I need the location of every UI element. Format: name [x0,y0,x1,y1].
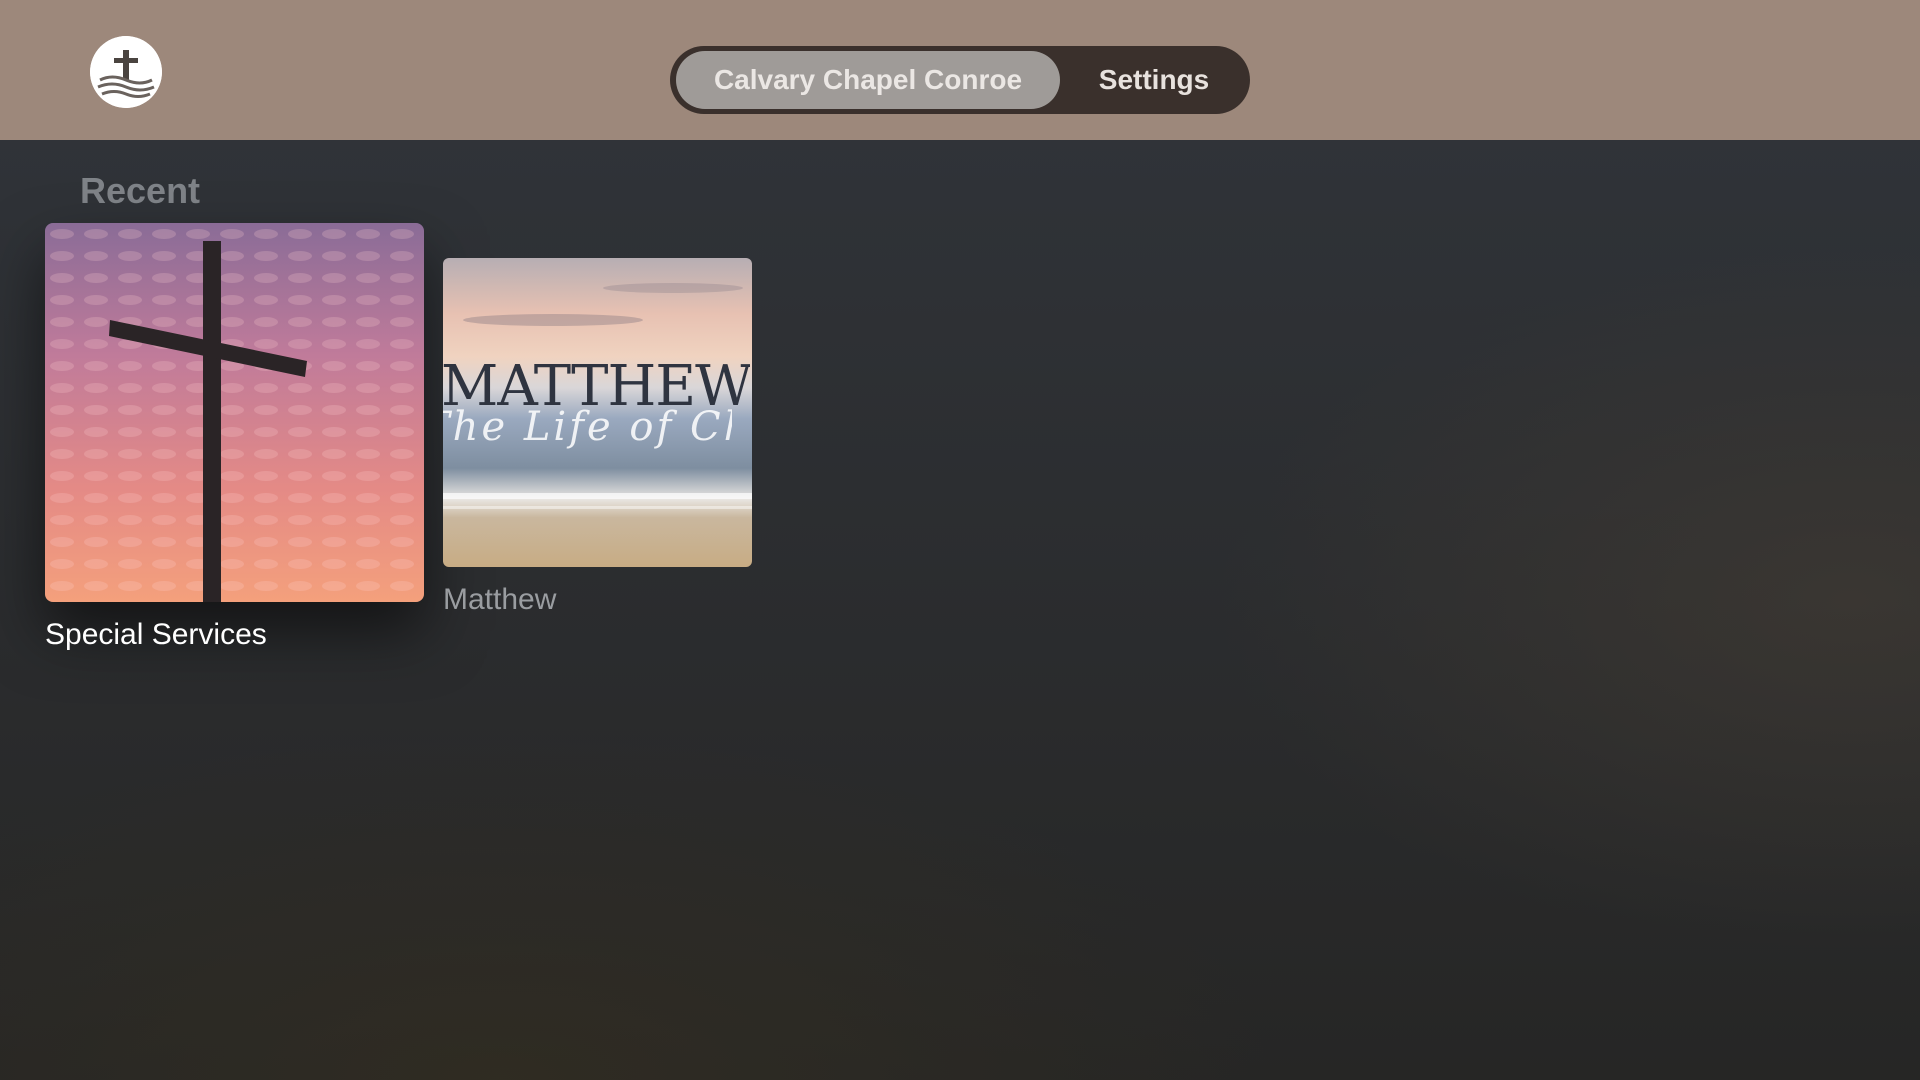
cross-sunset-artwork [45,223,424,602]
tab-bar: Calvary Chapel Conroe Settings [670,46,1250,114]
tab-calvary-chapel-conroe[interactable]: Calvary Chapel Conroe [676,51,1060,109]
top-bar: Calvary Chapel Conroe Settings [0,0,1920,140]
recent-item-matthew[interactable]: MATTHEW The Life of Christ [443,258,752,567]
artwork-subtitle: The Life of Christ [443,404,732,450]
recent-item-label: Special Services [45,618,267,651]
section-title-recent: Recent [80,170,201,211]
tab-settings[interactable]: Settings [1064,51,1244,109]
cross-logo-icon [90,36,162,108]
recent-item-special-services[interactable] [45,223,424,602]
recent-item-label: Matthew [443,583,557,616]
